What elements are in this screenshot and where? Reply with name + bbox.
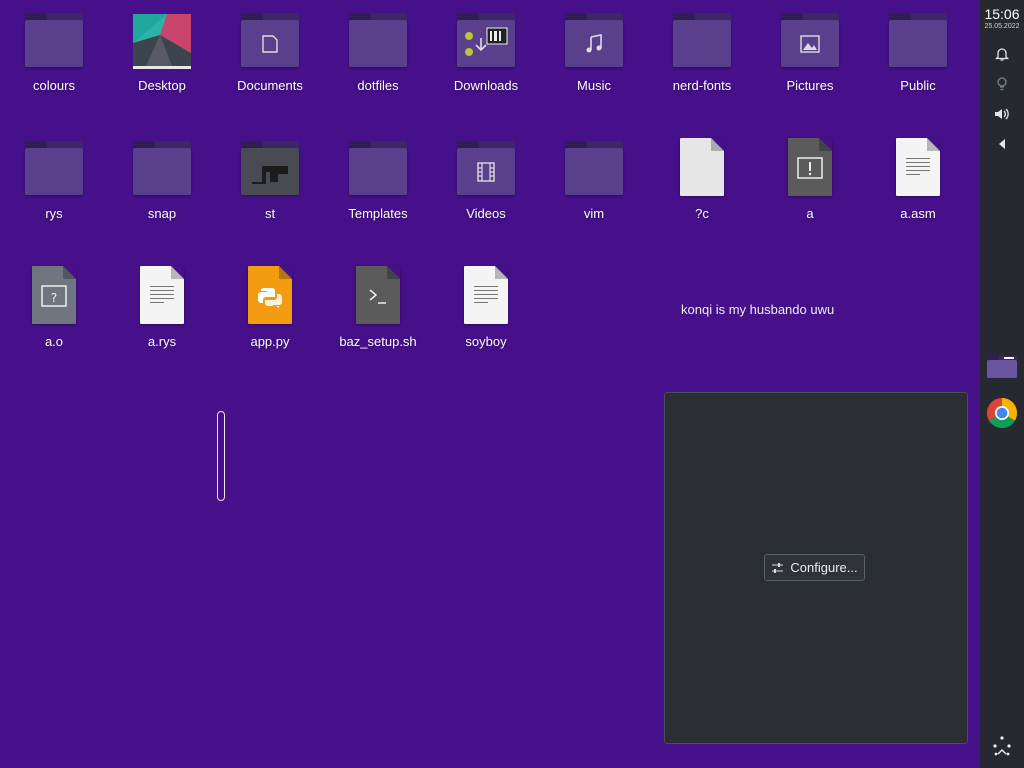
folder-icon bbox=[132, 138, 192, 198]
side-panel: 15:06 25.05.2022 bbox=[980, 0, 1024, 768]
folder-icon bbox=[348, 10, 408, 70]
desktop-icon-dotfiles[interactable]: dotfiles bbox=[324, 0, 432, 110]
configure-button[interactable]: Configure... bbox=[764, 554, 865, 581]
text-file-icon bbox=[888, 138, 948, 198]
folder-icon bbox=[24, 10, 84, 70]
desktop-icon-a-rys[interactable]: a.rys bbox=[108, 256, 216, 366]
desktop-icon-pictures[interactable]: Pictures bbox=[756, 0, 864, 110]
folder-icon bbox=[24, 138, 84, 198]
icon-label: a.asm bbox=[900, 206, 936, 221]
folder-music-icon bbox=[564, 10, 624, 70]
desktop-widget: Configure... bbox=[664, 392, 968, 744]
volume-icon[interactable] bbox=[990, 102, 1014, 126]
desktop-icon-music[interactable]: Music bbox=[540, 0, 648, 110]
icon-label: colours bbox=[33, 78, 75, 93]
icon-label: Desktop bbox=[138, 78, 186, 93]
icon-label: Templates bbox=[348, 206, 408, 221]
folder-icon bbox=[564, 138, 624, 198]
icon-label: Videos bbox=[466, 206, 506, 221]
python-file-icon bbox=[240, 266, 300, 326]
desktop-icon-a-o[interactable]: ? a.o bbox=[0, 256, 108, 366]
text-file-icon bbox=[456, 266, 516, 326]
desktop-icon-desktop[interactable]: Desktop bbox=[108, 0, 216, 110]
settings-sliders-icon bbox=[772, 562, 784, 573]
icon-label: a.rys bbox=[147, 334, 177, 349]
text-file-icon bbox=[132, 266, 192, 326]
expand-arrow-icon[interactable] bbox=[990, 132, 1014, 156]
icon-label: a bbox=[806, 206, 814, 221]
desktop-icon-nerd-fonts[interactable]: nerd-fonts bbox=[648, 0, 756, 110]
icon-label: Documents bbox=[237, 78, 303, 93]
desktop-icon-vim[interactable]: vim bbox=[540, 128, 648, 238]
desktop-icon-st[interactable]: st bbox=[216, 128, 324, 238]
desktop-icon-a[interactable]: a bbox=[756, 128, 864, 238]
folder-icon bbox=[888, 10, 948, 70]
wallpaper-preview-icon bbox=[132, 10, 192, 70]
desktop-icon-qc[interactable]: ?c bbox=[648, 128, 756, 238]
desktop-icon-a-asm[interactable]: a.asm bbox=[864, 128, 972, 238]
folder-pictures-icon bbox=[780, 10, 840, 70]
clock-time[interactable]: 15:06 bbox=[984, 6, 1019, 22]
icon-label: Public bbox=[900, 78, 936, 93]
desktop-icon-public[interactable]: Public bbox=[864, 0, 972, 110]
folder-downloads-icon bbox=[456, 10, 516, 70]
folder-st-icon bbox=[240, 138, 300, 198]
configure-label: Configure... bbox=[790, 560, 858, 575]
icon-label: Pictures bbox=[786, 78, 834, 93]
icon-label: Music bbox=[577, 78, 611, 93]
icon-label: snap bbox=[147, 206, 177, 221]
desktop-icon-app-py[interactable]: app.py bbox=[216, 256, 324, 366]
folder-icon bbox=[672, 10, 732, 70]
desktop-icon-templates[interactable]: Templates bbox=[324, 128, 432, 238]
icon-label: Downloads bbox=[453, 78, 519, 93]
desktop-note-text: konqi is my husbando uwu bbox=[681, 302, 835, 317]
resize-handle[interactable] bbox=[217, 411, 225, 501]
desktop-icon-videos[interactable]: Videos bbox=[432, 128, 540, 238]
desktop-icon-documents[interactable]: Documents bbox=[216, 0, 324, 110]
desktop-icon-baz-setup-sh[interactable]: baz_setup.sh bbox=[324, 256, 432, 366]
edit-mode-icon[interactable] bbox=[990, 734, 1014, 758]
icon-label: st bbox=[264, 206, 276, 221]
icon-label: vim bbox=[583, 206, 605, 221]
icon-label: soyboy bbox=[465, 334, 507, 349]
folder-icon bbox=[348, 138, 408, 198]
folder-documents-icon bbox=[240, 10, 300, 70]
file-manager-icon[interactable] bbox=[986, 350, 1018, 382]
icon-label: baz_setup.sh bbox=[339, 334, 417, 349]
desktop-icon-downloads[interactable]: Downloads bbox=[432, 0, 540, 110]
clock-date: 25.05.2022 bbox=[984, 23, 1020, 30]
icon-label: a.o bbox=[44, 334, 64, 349]
executable-file-icon bbox=[780, 138, 840, 198]
desktop-icon-colours[interactable]: colours bbox=[0, 0, 108, 110]
folder-videos-icon bbox=[456, 138, 516, 198]
icon-label: app.py bbox=[250, 334, 290, 349]
desktop-icon-rys[interactable]: rys bbox=[0, 128, 108, 238]
icon-label: ?c bbox=[695, 206, 709, 221]
blank-file-icon bbox=[672, 138, 732, 198]
chrome-icon[interactable] bbox=[986, 397, 1018, 429]
desktop-icon-soyboy[interactable]: soyboy bbox=[432, 256, 540, 366]
desktop-icon-snap[interactable]: snap bbox=[108, 128, 216, 238]
unknown-file-icon: ? bbox=[24, 266, 84, 326]
lightbulb-icon[interactable] bbox=[990, 72, 1014, 96]
svg-text:?: ? bbox=[51, 291, 57, 305]
icon-label: dotfiles bbox=[357, 78, 399, 93]
icon-label: nerd-fonts bbox=[672, 78, 732, 93]
icon-label: rys bbox=[45, 206, 63, 221]
bell-icon[interactable] bbox=[990, 42, 1014, 66]
shell-script-icon bbox=[348, 266, 408, 326]
